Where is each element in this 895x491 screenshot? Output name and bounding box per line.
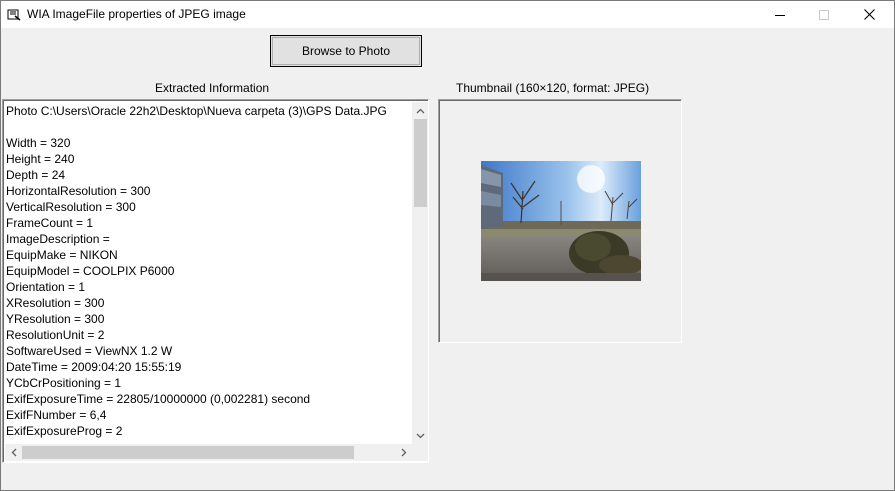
thumbnail-image [481,161,641,281]
text-line: VerticalResolution = 300 [6,200,136,214]
text-line: ExifExposureTime = 22805/10000000 (0,002… [6,392,311,406]
chevron-left-icon [11,448,16,457]
chevron-right-icon [401,448,406,457]
minimize-icon [775,14,785,16]
text-line: Depth = 24 [6,168,66,182]
horizontal-scroll-thumb[interactable] [22,446,354,459]
text-line: YResolution = 300 [6,312,105,326]
text-line: HorizontalResolution = 300 [6,184,151,198]
scrollbar-corner [412,444,428,461]
text-line: Orientation = 1 [6,280,86,294]
thumbnail-frame [438,99,682,343]
text-line: SoftwareUsed = ViewNX 1.2 W [6,344,173,358]
text-line: ResolutionUnit = 2 [6,328,105,342]
text-line: ImageDescription = [6,232,110,246]
chevron-down-icon [416,433,425,438]
text-line [6,119,411,135]
app-icon [7,9,21,21]
chevron-up-icon [416,108,425,113]
maximize-icon [819,9,829,20]
vertical-scroll-thumb[interactable] [414,119,427,207]
scroll-left-button[interactable] [5,444,22,461]
text-line: Width = 320 [6,136,71,150]
text-line: ExifExposureProg = 2 [6,424,123,438]
title-bar[interactable]: WIA ImageFile properties of JPEG image [1,1,894,28]
text-line: Photo C:\Users\Oracle 22h2\Desktop\Nueva… [6,104,387,118]
horizontal-scrollbar[interactable] [5,444,412,461]
text-line: EquipMake = NIKON [6,248,118,262]
browse-to-photo-button[interactable]: Browse to Photo [270,35,422,67]
text-line: Height = 240 [6,152,75,166]
window-title: WIA ImageFile properties of JPEG image [27,7,246,21]
text-line: EquipModel = COOLPIX P6000 [6,264,175,278]
thumbnail-label: Thumbnail (160×120, format: JPEG) [456,81,650,95]
extracted-text[interactable]: Photo C:\Users\Oracle 22h2\Desktop\Nueva… [6,103,411,445]
vertical-scrollbar[interactable] [412,102,428,444]
text-line: DateTime = 2009:04:20 15:55:19 [6,360,182,374]
text-line: ExifFNumber = 6,4 [6,408,107,422]
text-line: XResolution = 300 [6,296,105,310]
extracted-information-label: Extracted Information [155,81,270,95]
main-window: WIA ImageFile properties of JPEG image B… [0,0,895,491]
text-line: YCbCrPositioning = 1 [6,376,122,390]
close-button[interactable] [846,1,892,28]
scroll-right-button[interactable] [395,444,412,461]
scroll-up-button[interactable] [412,102,428,119]
maximize-button[interactable] [801,1,847,28]
scroll-down-button[interactable] [412,427,428,444]
extracted-information-textbox[interactable]: Photo C:\Users\Oracle 22h2\Desktop\Nueva… [2,99,429,463]
text-line: FrameCount = 1 [6,216,94,230]
minimize-button[interactable] [757,1,803,28]
close-icon [863,9,875,20]
